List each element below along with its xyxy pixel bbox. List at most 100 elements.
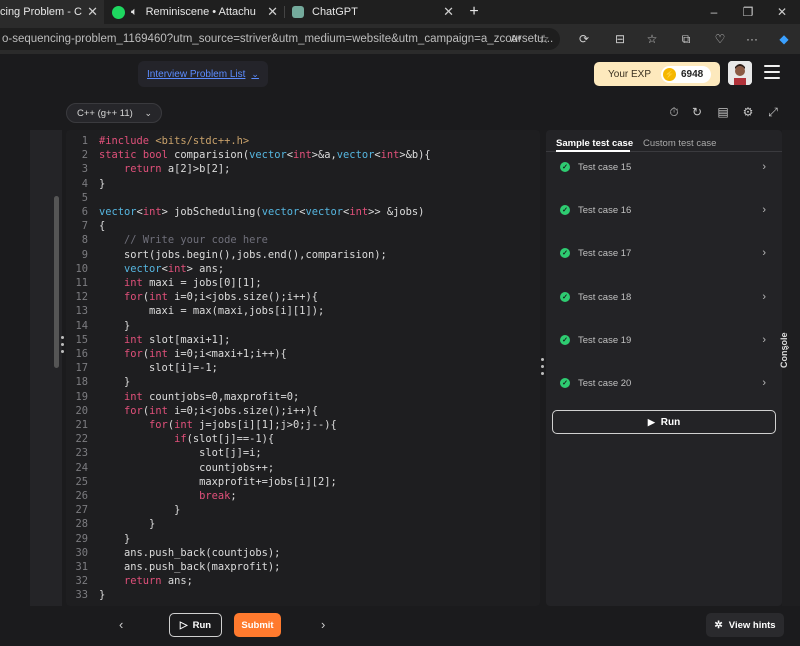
code-line[interactable]: 7{ [66,219,540,233]
line-number: 29 [75,532,88,545]
code-text: slot[i]=-1; [99,362,218,375]
code-line[interactable]: 30 ans.push_back(countjobs); [66,546,540,560]
line-number: 23 [75,447,88,460]
code-line[interactable]: 25 maxprofit+=jobs[i][2]; [66,475,540,489]
language-select[interactable]: C++ (g++ 11) ⌄ [66,103,162,123]
console-sidebar[interactable] [782,130,800,606]
browser-tab-codingninjas[interactable]: cing Problem - Codin ✕ [0,0,104,24]
maximize-button[interactable]: ❐ [730,0,766,24]
code-line[interactable]: 20 for(int i=0;i<jobs.size();i++){ [66,404,540,418]
code-text: maxprofit+=jobs[i][2]; [99,475,337,488]
code-line[interactable]: 24 countjobs++; [66,461,540,475]
favorite-star-icon[interactable]: ☆ [534,30,554,48]
resize-handle-right[interactable] [541,358,544,375]
scrollbar-thumb[interactable] [54,196,59,368]
code-line[interactable]: 16 for(int i=0;i<maxi+1;i++){ [66,347,540,361]
view-hints-button[interactable]: ✲ View hints [706,613,784,637]
tab-title: Reminiscene • Attachu [145,6,256,18]
test-case-item[interactable]: ✓ Test case 15 › [556,155,774,179]
line-number: 32 [75,575,88,588]
url-field[interactable]: o-sequencing-problem_1169460?utm_source=… [0,28,560,50]
code-line[interactable]: 18 } [66,375,540,389]
run-test-cases-button[interactable]: ▶ Run [552,410,776,434]
console-label[interactable]: Console [779,332,789,368]
check-icon: ✓ [560,378,570,388]
code-line[interactable]: 26 break; [66,489,540,503]
minimize-button[interactable]: – [696,0,732,24]
settings-gear-icon[interactable]: ⚙ [741,105,755,119]
test-case-item[interactable]: ✓ Test case 16 › [556,198,774,222]
code-line[interactable]: 22 if(slot[j]==-1){ [66,432,540,446]
code-line[interactable]: 21 for(int j=jobs[i][1];j>0;j--){ [66,418,540,432]
code-line[interactable]: 6 vector<int> jobScheduling(vector<vector… [66,205,540,219]
code-line[interactable]: 4} [66,177,540,191]
code-line[interactable]: 33} [66,588,540,602]
close-tab-icon[interactable]: ✕ [267,4,278,20]
test-case-item[interactable]: ✓ Test case 17 › [556,241,774,265]
line-number: 8 [81,234,88,247]
code-line[interactable]: 17 slot[i]=-1; [66,361,540,375]
copilot-icon[interactable]: ◆ [774,30,794,48]
code-line[interactable]: 15 int slot[maxi+1]; [66,333,540,347]
tab-sample-test-case[interactable]: Sample test case [556,138,633,149]
test-case-item[interactable]: ✓ Test case 20 › [556,371,774,395]
code-text: #include <bits/stdc++.h> [99,135,250,147]
interview-problem-list-link[interactable]: Interview Problem List ⌄ [138,61,268,87]
hamburger-menu-icon[interactable] [764,65,780,79]
next-problem-chevron-icon[interactable]: › [321,617,325,632]
test-case-item[interactable]: ✓ Test case 19 › [556,328,774,352]
browser-essentials-icon[interactable]: ♡ [710,30,730,48]
code-editor[interactable]: 1 #include <bits/stdc++.h> 2 static bool co… [66,130,540,606]
code-line[interactable]: 32 return ans; [66,574,540,588]
code-line[interactable]: 13 maxi = max(maxi,jobs[i][1]); [66,304,540,318]
previous-problem-chevron-icon[interactable]: ‹ [119,617,123,632]
favorites-icon[interactable]: ☆ [642,30,662,48]
code-text: } [99,504,181,517]
new-tab-button[interactable]: + [462,0,486,24]
close-window-button[interactable]: ✕ [764,0,800,24]
exp-badge[interactable]: Your EXP ⚡ 6948 [594,62,720,86]
avatar[interactable] [728,61,752,85]
code-text: return a[2]>b[2]; [124,163,231,176]
code-line[interactable]: 9 sort(jobs.begin(),jobs.end(),comparisi… [66,248,540,262]
view-hints-label: View hints [728,619,776,631]
code-line[interactable]: 27 } [66,503,540,517]
code-line[interactable]: 23 slot[j]=i; [66,446,540,460]
code-text: // Write your code here [99,234,268,247]
code-line[interactable]: 29 } [66,532,540,546]
more-menu-icon[interactable]: ··· [742,30,762,48]
split-screen-icon[interactable]: ⊟ [610,30,630,48]
code-line[interactable]: 1 #include <bits/stdc++.h> [66,134,540,148]
code-line[interactable]: 14 } [66,319,540,333]
read-aloud-icon[interactable]: A᠎ᵃ [506,30,526,48]
run-button[interactable]: ▷ Run [169,613,222,637]
code-line[interactable]: 10 vector<int> ans; [66,262,540,276]
resize-handle-left[interactable] [61,336,64,353]
code-line[interactable]: 5 [66,191,540,205]
extensions-icon[interactable]: ⟳ [574,30,594,48]
code-line[interactable]: 8 // Write your code here [66,233,540,247]
code-text: countjobs++; [99,461,275,474]
test-case-label: Test case 16 [578,204,632,216]
timer-icon[interactable]: ⏱ [667,105,681,119]
browser-tab-spotify[interactable]: 🔈︎ Reminiscene • Attachu ✕ [106,0,284,24]
code-line[interactable]: 3 return a[2]>b[2]; [66,162,540,176]
close-tab-icon[interactable]: ✕ [87,4,98,20]
layout-icon[interactable]: ▤ [716,105,730,119]
tab-custom-test-case[interactable]: Custom test case [643,138,716,149]
line-number: 24 [75,461,88,474]
code-line[interactable]: 2 static bool comparision(vector<int>&a,v… [66,148,540,162]
speaker-icon[interactable]: 🔈︎ [131,6,138,19]
test-case-item[interactable]: ✓ Test case 18 › [556,285,774,309]
code-line[interactable]: 31 ans.push_back(maxprofit); [66,560,540,574]
code-line[interactable]: 11 int maxi = jobs[0][1]; [66,276,540,290]
collections-icon[interactable]: ⧉ [676,30,696,48]
fullscreen-icon[interactable]: ⤢ [766,105,780,119]
code-line[interactable]: 12 for(int i=0;i<jobs.size();i++){ [66,290,540,304]
reset-icon[interactable]: ↻ [690,105,704,119]
browser-tab-chatgpt[interactable]: ChatGPT ✕ [286,0,460,24]
submit-button[interactable]: Submit [234,613,281,637]
close-tab-icon[interactable]: ✕ [443,4,454,20]
code-line[interactable]: 19 int countjobs=0,maxprofit=0; [66,390,540,404]
code-line[interactable]: 28 } [66,517,540,531]
